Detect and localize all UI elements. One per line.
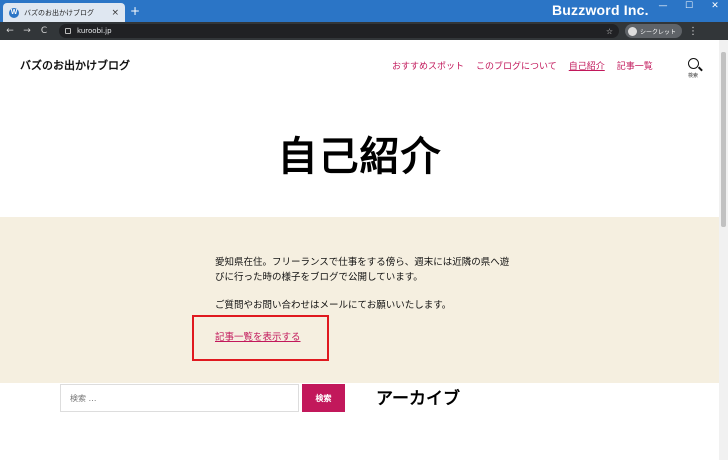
window-controls: — ☐ ✕	[650, 0, 728, 14]
highlight-box	[192, 315, 329, 361]
incognito-icon	[628, 26, 637, 36]
browser-menu-icon[interactable]: ⋮	[688, 26, 698, 37]
close-window-button[interactable]: ✕	[702, 0, 728, 14]
incognito-badge[interactable]: シークレット	[625, 24, 683, 38]
nav-item-profile[interactable]: 自己紹介	[569, 59, 605, 72]
maximize-button[interactable]: ☐	[676, 0, 702, 14]
wordpress-icon: W	[9, 7, 19, 18]
archive-heading: アーカイブ	[376, 389, 460, 409]
tab-title: バズのお出かけブログ	[24, 8, 94, 17]
search-toggle-label: 検索	[687, 73, 698, 79]
page-scrollbar[interactable]	[719, 40, 728, 460]
address-bar[interactable]: kuroobi.jp ☆	[59, 24, 619, 38]
search-submit-button[interactable]: 検索	[302, 384, 345, 412]
scrollbar-thumb[interactable]	[721, 52, 726, 227]
search-form: 検索	[60, 384, 345, 412]
brand-watermark: Buzzword Inc.	[552, 2, 649, 18]
primary-nav: おすすめスポット このブログについて 自己紹介 記事一覧	[392, 59, 653, 72]
minimize-button[interactable]: —	[650, 0, 676, 14]
back-button[interactable]: ←	[3, 26, 17, 36]
incognito-label: シークレット	[640, 28, 677, 36]
browser-tabstrip: W バズのお出かけブログ × + Buzzword Inc. — ☐ ✕	[0, 0, 728, 22]
url-text[interactable]: kuroobi.jp	[77, 27, 606, 35]
search-input[interactable]	[60, 384, 299, 412]
intro-paragraph-2: ご質問やお問い合わせはメールにてお願いいたします。	[215, 300, 452, 311]
browser-tab[interactable]: W バズのお出かけブログ ×	[3, 3, 125, 22]
search-toggle-button[interactable]: 検索	[684, 58, 702, 79]
new-tab-button[interactable]: +	[130, 4, 140, 18]
forward-button[interactable]: →	[20, 26, 34, 36]
lock-icon	[65, 28, 71, 34]
nav-item-spots[interactable]: おすすめスポット	[392, 59, 464, 72]
nav-item-articles[interactable]: 記事一覧	[617, 59, 653, 72]
tab-close-icon[interactable]: ×	[111, 8, 119, 18]
page-title: 自己紹介	[277, 134, 442, 180]
bookmark-star-icon[interactable]: ☆	[606, 27, 613, 36]
browser-toolbar: ← → C kuroobi.jp ☆ シークレット ⋮	[0, 22, 728, 40]
search-icon	[687, 58, 699, 69]
reload-button[interactable]: C	[37, 26, 51, 36]
intro-paragraph-1: 愛知県在住。フリーランスで仕事をする傍ら、週末には近隣の県へ遊びに行った時の様子…	[215, 257, 510, 283]
nav-item-about-blog[interactable]: このブログについて	[476, 59, 557, 72]
intro-section: 愛知県在住。フリーランスで仕事をする傍ら、週末には近隣の県へ遊びに行った時の様子…	[0, 217, 719, 383]
site-title[interactable]: バズのお出かけブログ	[20, 57, 130, 73]
